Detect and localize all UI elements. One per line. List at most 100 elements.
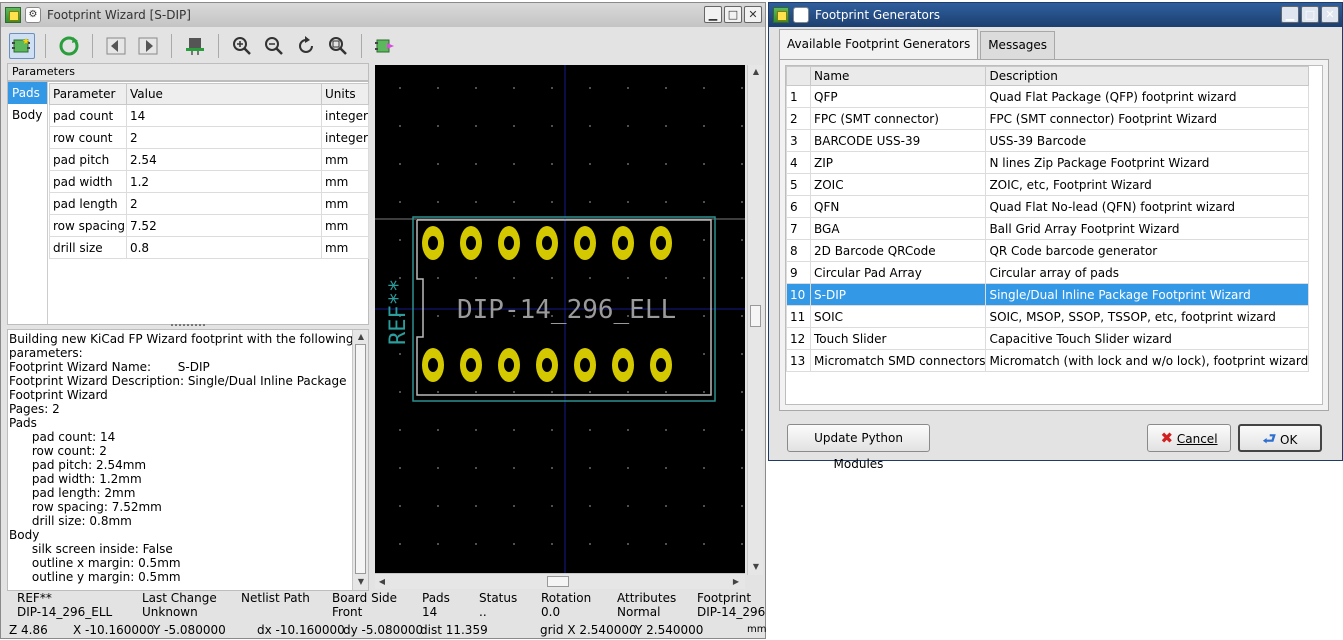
minimize-button[interactable]: ▁ xyxy=(1281,6,1299,23)
maximize-button[interactable]: □ xyxy=(724,6,742,23)
param-value[interactable]: 2.54 xyxy=(125,148,322,171)
pad-drill-hole xyxy=(504,236,514,250)
param-value[interactable]: 0.8 xyxy=(125,236,322,259)
export-footprint-icon[interactable] xyxy=(372,33,398,59)
column-header-units[interactable]: Units xyxy=(320,83,370,105)
close-button[interactable]: ✕ xyxy=(1321,6,1339,23)
pad-drill-hole xyxy=(618,236,628,250)
generator-description: N lines Zip Package Footprint Wizard xyxy=(985,151,1310,174)
generator-description: QR Code barcode generator xyxy=(985,239,1310,262)
column-header-value[interactable]: Value xyxy=(125,83,322,105)
window-menu-icon[interactable]: ⚙ xyxy=(25,7,41,23)
generators-tabs: Available Footprint Generators Messages xyxy=(779,29,1057,59)
table-row[interactable]: 6 QFN Quad Flat No-lead (QFN) footprint wi… xyxy=(786,195,1310,218)
param-value[interactable]: 14 xyxy=(125,104,322,127)
next-page-icon[interactable] xyxy=(135,33,161,59)
param-value[interactable]: 2 xyxy=(125,126,322,149)
canvas-vertical-scrollbar[interactable]: ▲ ▼ xyxy=(747,65,763,575)
canvas-horizontal-scrollbar[interactable]: ◀ ▶ xyxy=(375,573,745,589)
info-label: Last Change xyxy=(142,591,217,605)
column-header-name[interactable]: Name xyxy=(809,66,987,86)
column-header-parameter[interactable]: Parameter xyxy=(49,83,127,105)
scroll-down-icon[interactable]: ▼ xyxy=(750,561,762,573)
page-tab-body[interactable]: Body xyxy=(8,104,47,126)
table-row[interactable]: 8 2D Barcode QRCode QR Code barcode genera… xyxy=(786,239,1310,262)
info-rotation: Rotation 0.0 xyxy=(541,591,591,619)
table-row[interactable]: 4 ZIP N lines Zip Package Footprint Wizard xyxy=(786,151,1310,174)
info-value: 0.0 xyxy=(541,605,561,619)
generator-description: Quad Flat No-lead (QFN) footprint wizard xyxy=(985,195,1310,218)
pad-drill-hole xyxy=(656,236,666,250)
info-label: REF** xyxy=(17,591,52,605)
tab-messages[interactable]: Messages xyxy=(980,31,1056,59)
generator-description: SOIC, MSOP, SSOP, TSSOP, etc, footprint … xyxy=(985,305,1310,328)
tab-available-generators[interactable]: Available Footprint Generators xyxy=(779,29,979,59)
scroll-down-icon[interactable]: ▼ xyxy=(355,576,367,588)
scroll-up-icon[interactable]: ▲ xyxy=(750,66,762,78)
info-value: Front xyxy=(332,605,363,619)
zoom-out-icon[interactable] xyxy=(261,33,287,59)
window-menu-icon[interactable]: ⚙ xyxy=(793,7,809,23)
wizard-toolbar: ★ xyxy=(3,29,763,63)
messages-scrollbar[interactable]: ▲ ▼ xyxy=(352,330,368,590)
scroll-right-icon[interactable]: ▶ xyxy=(730,576,742,588)
param-value[interactable]: 2 xyxy=(125,192,322,215)
table-row[interactable]: 13 Micromatch SMD connectors Micromatch (w… xyxy=(786,349,1310,372)
cancel-label: Cancel xyxy=(1176,432,1218,446)
maximize-button[interactable]: □ xyxy=(1301,6,1319,23)
info-status: Status.. xyxy=(479,591,517,619)
table-row[interactable]: 3 BARCODE USS-39 USS-39 Barcode xyxy=(786,129,1310,152)
close-button[interactable]: ✕ xyxy=(744,6,762,23)
scroll-left-icon[interactable]: ◀ xyxy=(376,576,388,588)
cancel-button[interactable]: ✖ Cancel xyxy=(1147,424,1231,452)
table-row[interactable]: 12 Touch Slider Capacitive Touch Slider wi… xyxy=(786,327,1310,350)
update-python-modules-button[interactable]: Update Python Modules xyxy=(787,424,930,471)
pad-drill-hole xyxy=(504,358,514,372)
pad-drill-hole xyxy=(466,236,476,250)
column-header-description[interactable]: Description xyxy=(985,66,1310,86)
zoom-in-icon[interactable] xyxy=(229,33,255,59)
footprint-value-text: DIP-14_296_ELL xyxy=(457,295,676,325)
footprint-preview-canvas[interactable]: DIP-14_296_ELL REF** xyxy=(375,65,745,575)
info-board-side: Board Side Front xyxy=(332,591,397,619)
reference-text: REF** xyxy=(386,279,411,345)
table-row[interactable]: 11 SOIC SOIC, MSOP, SSOP, TSSOP, etc, foot… xyxy=(786,305,1310,328)
generators-grid: Name Description 1 QFP Quad Flat Package (… xyxy=(786,66,1310,372)
table-row[interactable]: 5 ZOIC ZOIC, etc, Footprint Wizard xyxy=(786,173,1310,196)
zoom-fit-icon[interactable] xyxy=(325,33,351,59)
info-value: Normal xyxy=(617,605,661,619)
table-row[interactable]: 10 S-DIP Single/Dual Inline Package Footpr… xyxy=(786,283,1310,306)
page-tab-pads[interactable]: Pads xyxy=(8,82,47,104)
wizard-titlebar: ⚙ Footprint Wizard [S-DIP] ▁ □ ✕ xyxy=(1,3,765,27)
messages-scroll-thumb[interactable] xyxy=(355,344,366,574)
generator-description: Ball Grid Array Footprint Wizard xyxy=(985,217,1310,240)
table-row[interactable]: 9 Circular Pad Array Circular array of pad… xyxy=(786,261,1310,284)
table-row[interactable]: 1 QFP Quad Flat Package (QFP) footprint wi… xyxy=(786,85,1310,108)
previous-page-icon[interactable] xyxy=(103,33,129,59)
canvas-vscroll-thumb[interactable] xyxy=(750,305,761,327)
row-index: 3 xyxy=(786,129,811,152)
param-units: mm xyxy=(320,236,370,259)
param-name: pad count xyxy=(49,104,127,127)
generator-name: BGA xyxy=(809,217,987,240)
param-name: row count xyxy=(49,126,127,149)
select-wizard-icon[interactable]: ★ xyxy=(9,33,35,59)
param-value[interactable]: 7.52 xyxy=(125,214,322,237)
redraw-icon[interactable] xyxy=(293,33,319,59)
table-row[interactable]: 2 FPC (SMT connector) FPC (SMT connector) … xyxy=(786,107,1310,130)
row-index: 9 xyxy=(786,261,811,284)
param-value[interactable]: 1.2 xyxy=(125,170,322,193)
row-index: 10 xyxy=(786,283,811,306)
minimize-button[interactable]: ▁ xyxy=(704,6,722,23)
reset-wizard-icon[interactable] xyxy=(56,33,82,59)
scroll-up-icon[interactable]: ▲ xyxy=(355,331,367,343)
table-row[interactable]: 7 BGA Ball Grid Array Footprint Wizard xyxy=(786,217,1310,240)
pad-drill-hole xyxy=(466,358,476,372)
ok-button[interactable]: ⮐ OK xyxy=(1238,424,1322,452)
row-index: 7 xyxy=(786,217,811,240)
canvas-hscroll-thumb[interactable] xyxy=(547,576,569,587)
distance-readout: dist 11.359 xyxy=(420,623,488,637)
show-3d-view-icon[interactable] xyxy=(182,33,208,59)
param-units: mm xyxy=(320,214,370,237)
kicad-app-icon xyxy=(773,7,789,23)
